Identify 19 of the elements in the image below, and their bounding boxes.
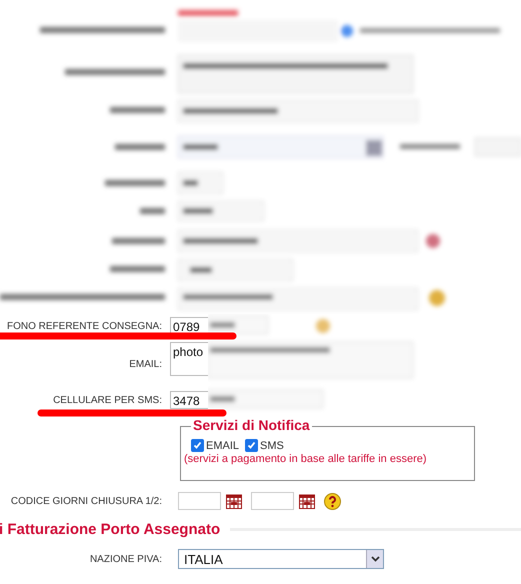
check-icon xyxy=(247,441,256,450)
calendar-icon[interactable] xyxy=(299,493,315,509)
country-select[interactable]: ITALIA xyxy=(178,549,384,569)
field-label: CELLULARE PER SMS: xyxy=(53,394,163,406)
panel-title: Servizi di Notifica xyxy=(191,417,312,433)
checkbox[interactable]: SMS xyxy=(245,439,284,452)
field-label: CODICE GIORNI CHIUSURA 1/2: xyxy=(10,496,163,506)
input-field[interactable] xyxy=(251,492,294,510)
field-label: FONO REFERENTE CONSEGNA: xyxy=(6,320,163,332)
input-field[interactable] xyxy=(178,492,221,510)
check-icon xyxy=(193,441,202,450)
calendar-icon[interactable] xyxy=(226,493,242,509)
help-icon[interactable] xyxy=(324,492,341,510)
field-label: NAZIONE PIVA: xyxy=(90,554,163,564)
checkbox[interactable]: EMAIL xyxy=(191,439,240,452)
pricing-note: (servizi a pagamento in base alle tariffe in essere) xyxy=(184,453,428,465)
caret-icon xyxy=(370,556,380,562)
field-label: EMAIL: xyxy=(129,358,163,370)
section-title: i Fatturazione Porto Assegnato xyxy=(0,520,220,538)
